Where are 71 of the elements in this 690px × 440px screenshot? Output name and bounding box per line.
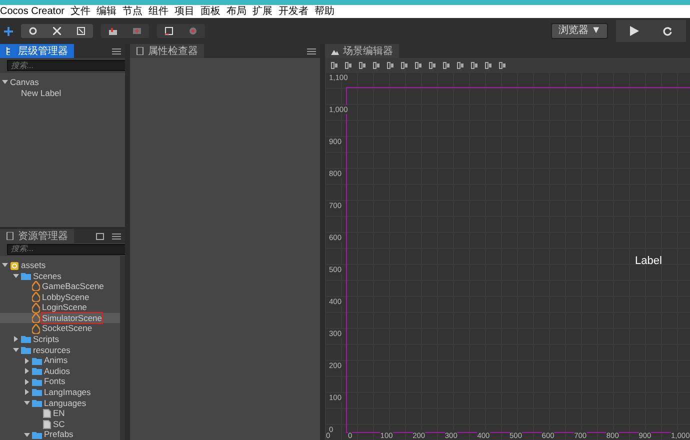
tree-item[interactable]: LobbyScene [0, 292, 120, 302]
menu-item[interactable]: 项目 [174, 5, 194, 18]
align-icon[interactable] [485, 62, 492, 68]
caret-down-icon[interactable] [24, 432, 30, 438]
tree-item[interactable]: GameBacScene [0, 281, 120, 292]
panel-tab[interactable]: 资源管理器 [0, 229, 74, 243]
align-icon[interactable] [471, 62, 478, 68]
package-icon [10, 260, 19, 270]
refresh-icon[interactable] [663, 26, 672, 36]
panel-tab[interactable]: 层级管理器 [0, 44, 74, 58]
target-icon[interactable] [189, 27, 197, 35]
menu-item[interactable]: 面板 [200, 5, 220, 18]
align-icon[interactable] [429, 62, 436, 68]
align-icon[interactable] [415, 62, 422, 68]
caret-down-icon[interactable] [13, 346, 19, 353]
tree-item[interactable]: Scenes [0, 270, 120, 282]
tree-item[interactable]: SC [0, 418, 120, 430]
app-name: Cocos Creator [0, 5, 64, 18]
menu-item[interactable]: 布局 [226, 5, 246, 18]
menu-item[interactable]: 组件 [148, 5, 168, 18]
align-icon[interactable] [443, 62, 450, 68]
panel-tab[interactable]: 属性检查器 [130, 44, 204, 58]
tree-item[interactable]: Anims [0, 355, 120, 366]
tree-item[interactable]: Prefabs [0, 429, 120, 440]
menu-item[interactable]: 编辑 [96, 5, 116, 18]
tree-item[interactable]: LoginScene [0, 302, 120, 313]
tree-item[interactable]: New Label [0, 88, 125, 98]
menu-icon[interactable] [112, 48, 121, 54]
cross-icon[interactable] [133, 27, 141, 35]
align-icon[interactable] [373, 62, 380, 68]
caret-down-icon[interactable] [2, 79, 8, 86]
document-icon [136, 47, 144, 55]
menu-item[interactable]: 帮助 [314, 5, 334, 18]
align-icon[interactable] [499, 62, 506, 68]
menu-item[interactable]: 开发者 [278, 5, 308, 18]
caret-down-icon[interactable] [24, 400, 30, 406]
align-icon[interactable] [359, 62, 366, 68]
tree-item[interactable]: Fonts [0, 376, 120, 388]
menu-item[interactable]: 节点 [122, 5, 142, 18]
align-icon[interactable] [387, 62, 394, 68]
caret-right-icon[interactable] [13, 336, 19, 342]
tree-item[interactable]: Canvas [0, 77, 125, 88]
align-icon[interactable] [331, 62, 338, 68]
search-field[interactable]: 搜索... [7, 244, 125, 255]
add-icon[interactable] [4, 26, 13, 36]
tree-item[interactable]: Scripts [0, 334, 120, 345]
frame-icon[interactable] [165, 27, 173, 35]
rotate-icon[interactable] [29, 27, 37, 35]
align-icon[interactable] [401, 62, 408, 68]
menu-item[interactable]: 文件 [70, 5, 90, 18]
menu-icon[interactable] [307, 48, 316, 54]
tree-item[interactable]: LangImages [0, 387, 120, 398]
align-icon[interactable] [457, 62, 464, 68]
tree-item[interactable]: resources [0, 344, 120, 356]
menu-icon[interactable] [112, 232, 121, 240]
menu-item[interactable]: 扩展 [252, 5, 272, 18]
window-icon[interactable] [96, 232, 104, 240]
tree-item[interactable]: assets [0, 260, 120, 270]
browser-dropdown[interactable]: 浏览器 ▼ [551, 23, 608, 39]
tree-item[interactable]: Languages [0, 398, 120, 408]
label-node[interactable]: Label [635, 253, 662, 270]
panel-tab[interactable]: 场景编辑器 [325, 44, 399, 58]
align-icon[interactable] [345, 62, 352, 68]
tree-item[interactable]: SocketScene [0, 323, 120, 334]
move-icon[interactable] [53, 27, 61, 35]
tree-item[interactable]: SimulatorScene [0, 312, 120, 324]
search-field[interactable]: 搜索... [7, 60, 125, 71]
tree-item[interactable]: Audios [0, 366, 120, 376]
tree-item[interactable]: EN [0, 408, 120, 419]
scale-icon[interactable] [77, 27, 85, 35]
play-icon[interactable] [630, 26, 639, 36]
